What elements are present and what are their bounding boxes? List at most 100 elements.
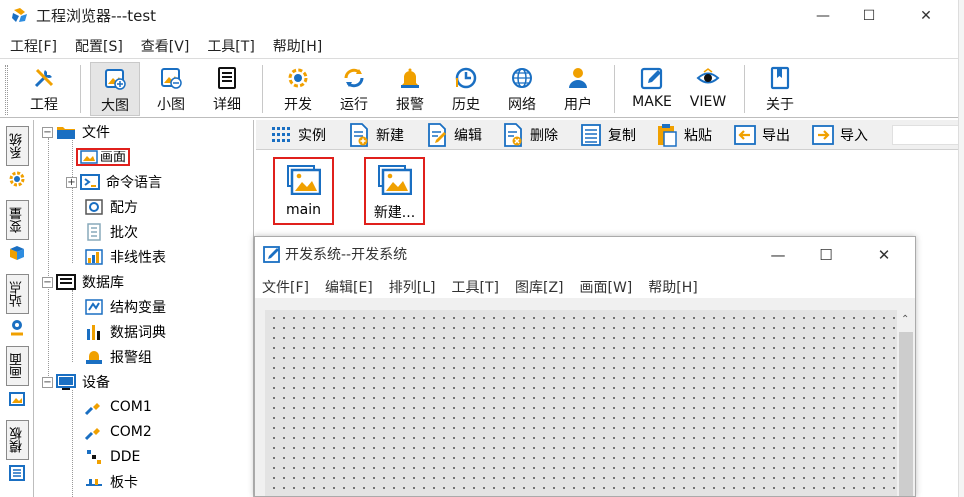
side-tab-system[interactable]: 系统 bbox=[5, 126, 29, 188]
toolbar-details-label: 详细 bbox=[213, 97, 241, 113]
tree-node-alarm-group-label: 报警组 bbox=[110, 350, 152, 366]
tree-collapse-toggle[interactable]: − bbox=[42, 126, 53, 138]
tree-node-struct-variable[interactable]: 结构变量 bbox=[84, 295, 166, 319]
tree-node-com2[interactable]: COM2 bbox=[84, 420, 152, 444]
import-button[interactable]: 导入 bbox=[812, 122, 868, 148]
toolbar-user-button[interactable]: 用户 bbox=[556, 62, 600, 116]
tree-node-com1[interactable]: COM1 bbox=[84, 395, 152, 419]
about-book-icon bbox=[770, 66, 790, 90]
minimize-icon: — bbox=[770, 246, 786, 264]
toolbar-develop-button[interactable]: 开发 bbox=[276, 62, 320, 116]
paste-button[interactable]: 粘贴 bbox=[656, 122, 712, 148]
side-tab-system-label: 系统 bbox=[5, 126, 29, 166]
tree-node-file[interactable]: − 文件 bbox=[42, 120, 110, 144]
tree-node-command-language[interactable]: + 命令语言 bbox=[66, 170, 162, 194]
tree-line bbox=[72, 140, 73, 263]
dev-menu-gallery[interactable]: 图库[Z] bbox=[508, 274, 573, 298]
run-icon bbox=[344, 68, 364, 88]
tree-node-device[interactable]: − 设备 bbox=[42, 370, 110, 394]
delete-button[interactable]: 删除 bbox=[502, 122, 558, 148]
edit-button[interactable]: 编辑 bbox=[426, 122, 482, 148]
details-icon bbox=[218, 67, 236, 89]
alarm-bell-icon bbox=[401, 68, 419, 88]
copy-button[interactable]: 复制 bbox=[580, 122, 636, 148]
dev-window-maximize-button[interactable]: ☐ bbox=[803, 237, 849, 273]
tree-node-data-dictionary[interactable]: 数据词典 bbox=[84, 320, 166, 344]
dev-menu-file[interactable]: 文件[F] bbox=[255, 274, 318, 298]
delete-label: 删除 bbox=[530, 128, 558, 144]
minimize-button[interactable]: — bbox=[800, 0, 846, 31]
tools-icon bbox=[34, 68, 54, 88]
toolbar-details-button[interactable]: 详细 bbox=[205, 62, 249, 116]
side-tab-station[interactable]: 站点 bbox=[5, 274, 29, 336]
toolbar-make-button[interactable]: MAKE bbox=[628, 62, 676, 116]
tree-collapse-toggle[interactable]: − bbox=[42, 276, 53, 288]
tree-node-batch[interactable]: 批次 bbox=[84, 220, 138, 244]
make-edit-icon bbox=[640, 67, 663, 90]
dev-menu-screen[interactable]: 画面[W] bbox=[573, 274, 642, 298]
toolbar-make-label: MAKE bbox=[632, 94, 672, 110]
toolbar-project-label: 工程 bbox=[30, 97, 58, 113]
screen-item-new[interactable]: 新建... bbox=[364, 157, 425, 225]
toolbar-grip[interactable] bbox=[5, 65, 8, 115]
tree-node-nonlinear-table[interactable]: 非线性表 bbox=[84, 245, 166, 269]
toolbar-large-icons-button[interactable]: 大图 bbox=[90, 62, 140, 116]
maximize-icon: ☐ bbox=[862, 7, 876, 24]
screen-item-main[interactable]: main bbox=[273, 157, 334, 225]
side-tab-template[interactable]: 模板 bbox=[5, 420, 29, 482]
tree-node-alarm-group[interactable]: 报警组 bbox=[84, 345, 152, 369]
dev-window-close-button[interactable]: ✕ bbox=[861, 237, 907, 273]
toolbar-network-label: 网络 bbox=[508, 97, 536, 113]
new-button[interactable]: 新建 bbox=[348, 122, 404, 148]
tree-node-board-card[interactable]: 板卡 bbox=[84, 470, 138, 494]
maximize-button[interactable]: ☐ bbox=[846, 0, 892, 31]
content-search-input[interactable] bbox=[892, 125, 962, 145]
toolbar-alarm-button[interactable]: 报警 bbox=[388, 62, 432, 116]
com-port-icon bbox=[84, 403, 100, 416]
dev-menu-arrange[interactable]: 排列[L] bbox=[382, 274, 445, 298]
menu-view[interactable]: 查看[V] bbox=[131, 33, 198, 57]
tree-node-database[interactable]: − 数据库 bbox=[42, 270, 124, 294]
menu-config[interactable]: 配置[S] bbox=[65, 33, 131, 57]
dev-window-titlebar[interactable]: 开发系统--开发系统 bbox=[263, 244, 407, 264]
scrollbar-thumb[interactable] bbox=[899, 332, 913, 496]
side-tab-variable-label: 变量 bbox=[5, 200, 29, 240]
dev-menu-edit[interactable]: 编辑[E] bbox=[318, 274, 382, 298]
tree-collapse-toggle[interactable]: − bbox=[42, 376, 53, 388]
close-button[interactable]: ✕ bbox=[903, 0, 949, 31]
design-canvas-grid[interactable] bbox=[265, 310, 897, 496]
menu-project[interactable]: 工程[F] bbox=[0, 33, 65, 57]
side-tab-variable[interactable]: 变量 bbox=[5, 200, 29, 262]
title-bar: 工程浏览器---test — ☐ ✕ bbox=[0, 0, 964, 31]
menu-tools[interactable]: 工具[T] bbox=[197, 33, 262, 57]
dev-menu-tools[interactable]: 工具[T] bbox=[445, 274, 508, 298]
side-tab-screen[interactable]: 画面 bbox=[5, 346, 29, 408]
paste-icon bbox=[658, 124, 677, 147]
dev-window-minimize-button[interactable]: — bbox=[755, 237, 801, 273]
dev-menu-help[interactable]: 帮助[H] bbox=[641, 274, 706, 298]
tree-node-screen[interactable]: 画面 bbox=[76, 145, 131, 169]
toolbar-small-icons-button[interactable]: 小图 bbox=[149, 62, 193, 116]
dev-system-window[interactable]: 开发系统--开发系统 — ☐ ✕ 文件[F] 编辑[E] 排列[L] 工具[T]… bbox=[254, 236, 916, 497]
develop-icon bbox=[288, 68, 308, 88]
scroll-up-arrow-icon[interactable]: ⌃ bbox=[901, 314, 909, 325]
tree-node-recipe[interactable]: 配方 bbox=[84, 195, 138, 219]
tree-node-board-card-label: 板卡 bbox=[110, 475, 138, 491]
toolbar-history-button[interactable]: 历史 bbox=[444, 62, 488, 116]
window-title: 工程浏览器---test bbox=[36, 7, 157, 25]
instance-button[interactable]: 实例 bbox=[270, 122, 326, 148]
toolbar-run-button[interactable]: 运行 bbox=[332, 62, 376, 116]
toolbar-about-label: 关于 bbox=[766, 97, 794, 113]
tree-node-dde[interactable]: DDE bbox=[84, 445, 140, 469]
toolbar-project-button[interactable]: 工程 bbox=[22, 62, 66, 116]
dev-canvas-vertical-scrollbar[interactable]: ⌃ bbox=[897, 310, 915, 496]
screen-picture-icon bbox=[9, 392, 25, 406]
toolbar-network-button[interactable]: 网络 bbox=[500, 62, 544, 116]
menu-help[interactable]: 帮助[H] bbox=[263, 33, 330, 57]
toolbar-view-button[interactable]: VIEW bbox=[684, 62, 732, 116]
dev-window-edit-icon bbox=[263, 246, 280, 263]
tree-expand-toggle[interactable]: + bbox=[66, 176, 77, 188]
toolbar-view-label: VIEW bbox=[689, 94, 727, 110]
toolbar-about-button[interactable]: 关于 bbox=[758, 62, 802, 116]
export-button[interactable]: 导出 bbox=[734, 122, 790, 148]
